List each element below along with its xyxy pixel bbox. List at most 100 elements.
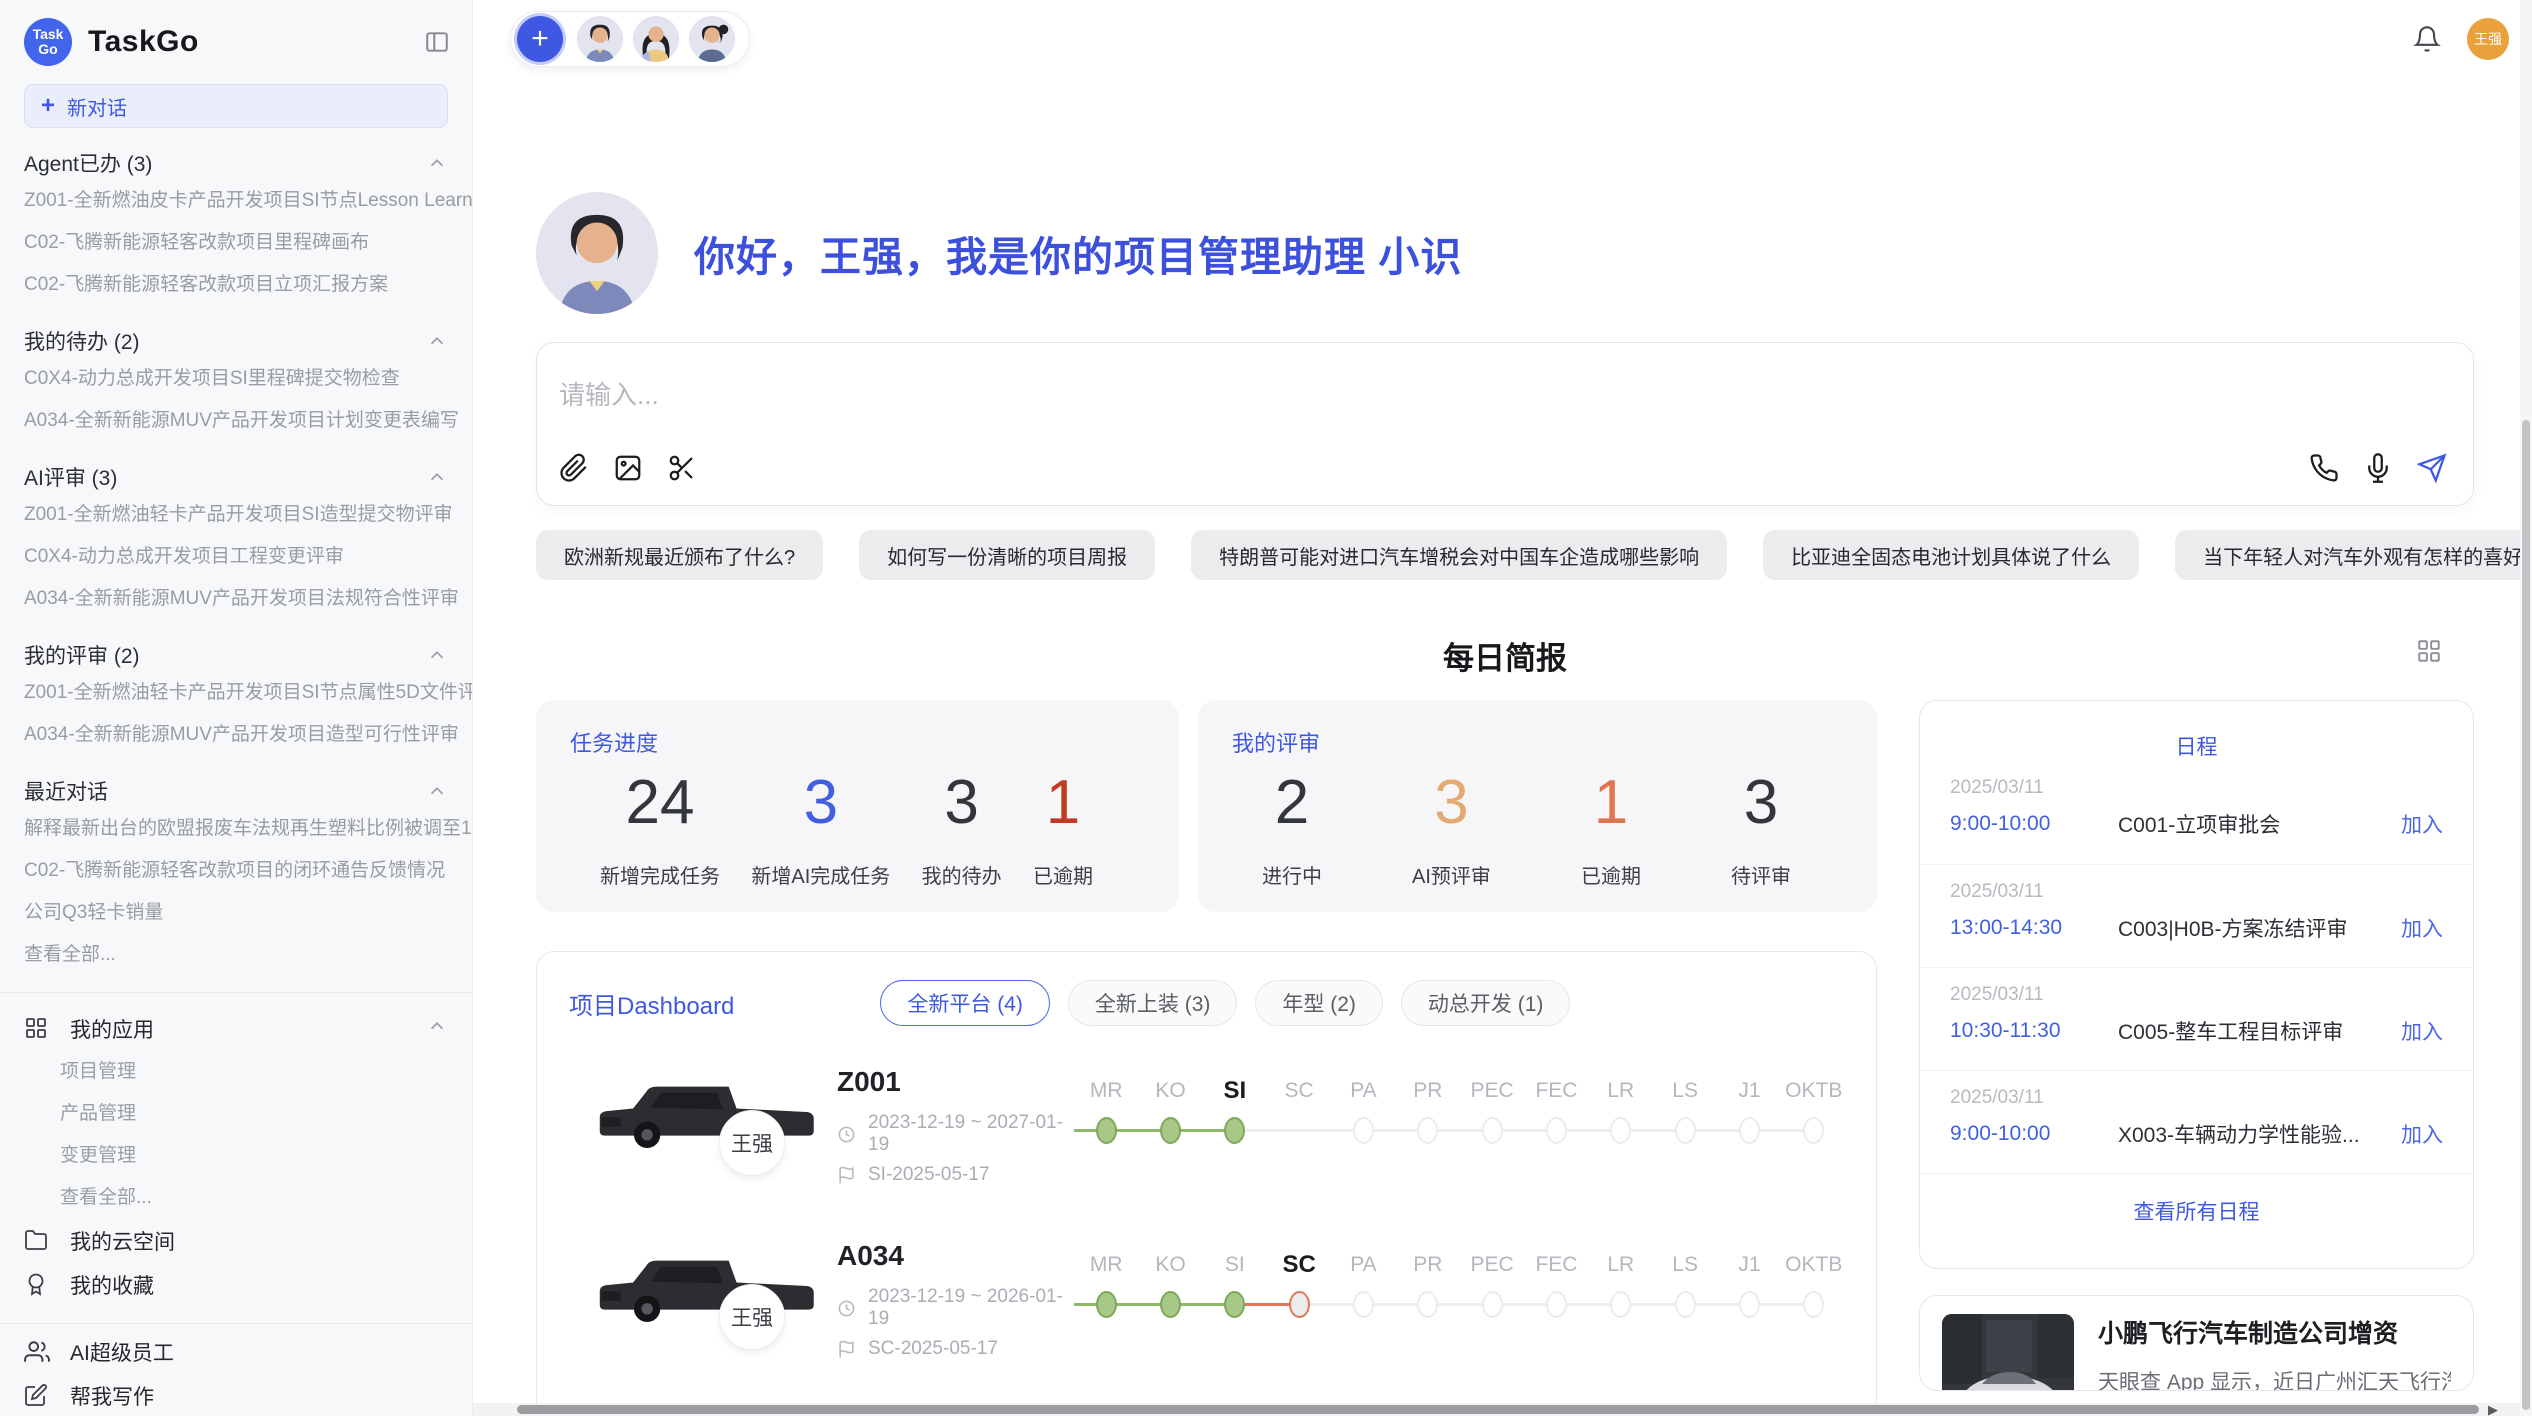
news-image [1942,1314,2074,1391]
sidebar-item[interactable]: C02-飞腾新能源轻客改款项目立项汇报方案 [0,264,472,306]
dashboard-tab[interactable]: 年型 (2) [1255,980,1383,1026]
stat-label: 进行中 [1262,860,1322,889]
screenshot-scissors-icon[interactable] [667,453,697,483]
milestone-dot [1739,1117,1760,1144]
sidebar-item[interactable]: C0X4-动力总成开发项目SI里程碑提交物检查 [0,358,472,400]
project-row[interactable]: 王强Z0012023-12-19 ~ 2027-01-19SI-2025-05-… [569,1052,1846,1200]
voice-call-icon[interactable] [2309,453,2339,483]
chevron-up-icon[interactable] [426,466,448,488]
sidebar-item[interactable]: A034-全新新能源MUV产品开发项目法规符合性评审 [0,578,472,620]
sidebar-subitem[interactable]: 变更管理 [0,1135,472,1177]
suggestion-chips: 欧洲新规最近颁布了什么? 如何写一份清晰的项目周报特朗普可能对进口汽车增税会对中国… [536,530,2474,580]
sidebar-item[interactable]: A034-全新新能源MUV产品开发项目造型可行性评审 [0,714,472,756]
stat-label: 我的待办 [922,860,1002,889]
vertical-scrollbar-thumb[interactable] [2522,420,2530,1410]
microphone-icon[interactable] [2363,453,2393,483]
suggestion-chip[interactable]: 如何写一份清晰的项目周报 [859,530,1155,580]
sidebar-tool-users[interactable]: AI超级员工 [0,1330,472,1374]
suggestion-chip[interactable]: 当下年轻人对汽车外观有怎样的喜好趋势 [2175,530,2532,580]
notification-bell-icon[interactable] [2413,25,2441,53]
project-dates: 2023-12-19 ~ 2026-01-19 [868,1286,1065,1330]
sidebar-subitem[interactable]: 项目管理 [0,1051,472,1093]
flag-icon [837,1166,856,1185]
view-all-schedule-link[interactable]: 查看所有日程 [1920,1196,2473,1226]
sidebar-item[interactable]: Z001-全新燃油皮卡产品开发项目SI节点Lesson Learn报告 [0,180,472,222]
dashboard-tab[interactable]: 动总开发 (1) [1401,980,1571,1026]
milestone-dot [1546,1117,1567,1144]
clock-icon [837,1125,856,1144]
agent-avatar-1[interactable] [577,16,623,62]
dashboard-tab[interactable]: 全新上装 (3) [1068,980,1238,1026]
chevron-up-icon[interactable] [426,330,448,352]
milestone-label: FEC [1524,1076,1588,1106]
schedule-entry: 2025/03/1113:00-14:30C003|H0B-方案冻结评审加入 [1920,864,2473,967]
scroll-right-arrow-icon[interactable]: ▶ [2488,1403,2498,1416]
schedule-event-title: C003|H0B-方案冻结评审 [2118,913,2401,943]
new-chat-button[interactable]: + 新对话 [24,84,448,128]
chevron-up-icon[interactable] [426,780,448,802]
sidebar-item[interactable]: Z001-全新燃油轻卡产品开发项目SI节点属性5D文件评审 [0,672,472,714]
milestone-dot [1803,1117,1824,1144]
chevron-up-icon[interactable] [426,152,448,174]
sidebar-item[interactable]: 公司Q3轻卡销量 [0,892,472,934]
join-meeting-link[interactable]: 加入 [2401,913,2443,943]
join-meeting-link[interactable]: 加入 [2401,1016,2443,1046]
sidebar-subitem[interactable]: 查看全部... [0,1177,472,1219]
milestone-label: J1 [1717,1250,1781,1280]
sidebar-item-folder[interactable]: 我的云空间 [0,1219,472,1263]
sidebar-section-header[interactable]: 最近对话 [0,774,472,808]
horizontal-scrollbar-thumb[interactable] [517,1405,2479,1414]
layout-grid-icon[interactable] [2416,638,2442,664]
sidebar-item[interactable]: A034-全新新能源MUV产品开发项目计划变更表编写 [0,400,472,442]
milestone: PEC [1460,1250,1524,1318]
sidebar-item[interactable]: 查看全部... [0,934,472,976]
sidebar-subitem[interactable]: 产品管理 [0,1093,472,1135]
insert-image-icon[interactable] [613,453,643,483]
horizontal-scrollbar[interactable]: ▶ [473,1403,2532,1416]
sidebar-tool-edit[interactable]: 帮我写作 [0,1374,472,1416]
schedule-event-title: C005-整车工程目标评审 [2118,1016,2401,1046]
milestone-label: KO [1138,1076,1202,1106]
milestone: LS [1653,1250,1717,1318]
stat-value: 24 [600,768,720,838]
project-row[interactable]: 王强A0342023-12-19 ~ 2026-01-19SC-2025-05-… [569,1226,1846,1374]
sidebar-section-header[interactable]: 我的评审 (2) [0,638,472,672]
sidebar-section-header[interactable]: Agent已办 (3) [0,146,472,180]
join-meeting-link[interactable]: 加入 [2401,809,2443,839]
attach-file-icon[interactable] [559,453,589,483]
milestone-label: MR [1074,1076,1138,1106]
sidebar-item-award[interactable]: 我的收藏 [0,1263,472,1307]
sidebar-item[interactable]: 解释最新出台的欧盟报废车法规再生塑料比例被调至15%... [0,808,472,850]
dashboard-tab[interactable]: 全新平台 (4) [880,980,1050,1026]
sidebar-item[interactable]: C02-飞腾新能源轻客改款项目里程碑画布 [0,222,472,264]
chevron-up-icon[interactable] [426,644,448,666]
send-icon[interactable] [2417,453,2447,483]
sidebar-section-title: 我的待办 (2) [24,326,140,356]
user-avatar[interactable]: 王强 [2467,18,2509,60]
milestone-dot [1610,1291,1631,1318]
agent-avatar-2[interactable] [633,16,679,62]
agent-avatar-3[interactable] [689,16,735,62]
suggestion-chip[interactable]: 特朗普可能对进口汽车增税会对中国车企造成哪些影响 [1191,530,1727,580]
sidebar-section-header[interactable]: 我的待办 (2) [0,324,472,358]
sidebar-item[interactable]: C0X4-动力总成开发项目工程变更评审 [0,536,472,578]
suggestion-chip[interactable]: 比亚迪全固态电池计划具体说了什么 [1763,530,2139,580]
milestone: SI [1203,1250,1267,1318]
project-flag: SC-2025-05-17 [868,1338,998,1360]
collapse-sidebar-icon[interactable] [424,29,450,55]
sidebar-item[interactable]: Z001-全新燃油轻卡产品开发项目SI造型提交物评审 [0,494,472,536]
vertical-scrollbar[interactable] [2520,0,2532,1416]
sidebar-item-my-apps[interactable]: 我的应用 [0,1007,472,1051]
suggestion-chip[interactable]: 欧洲新规最近颁布了什么? [536,530,823,580]
news-card[interactable]: 小鹏飞行汽车制造公司增资 天眼查 App 显示，近日广州汇天飞行汽... [1919,1295,2474,1391]
divider [0,992,472,993]
milestone: KO [1138,1250,1202,1318]
chat-composer[interactable]: 请输入... [536,342,2474,506]
stat-item: 3待评审 [1731,768,1791,889]
chevron-up-icon[interactable] [426,1015,448,1043]
sidebar-item[interactable]: C02-飞腾新能源轻客改款项目的闭环通告反馈情况 [0,850,472,892]
sidebar-section-title: 我的评审 (2) [24,640,140,670]
add-agent-button[interactable]: + [517,16,563,62]
sidebar-section-header[interactable]: AI评审 (3) [0,460,472,494]
join-meeting-link[interactable]: 加入 [2401,1119,2443,1149]
